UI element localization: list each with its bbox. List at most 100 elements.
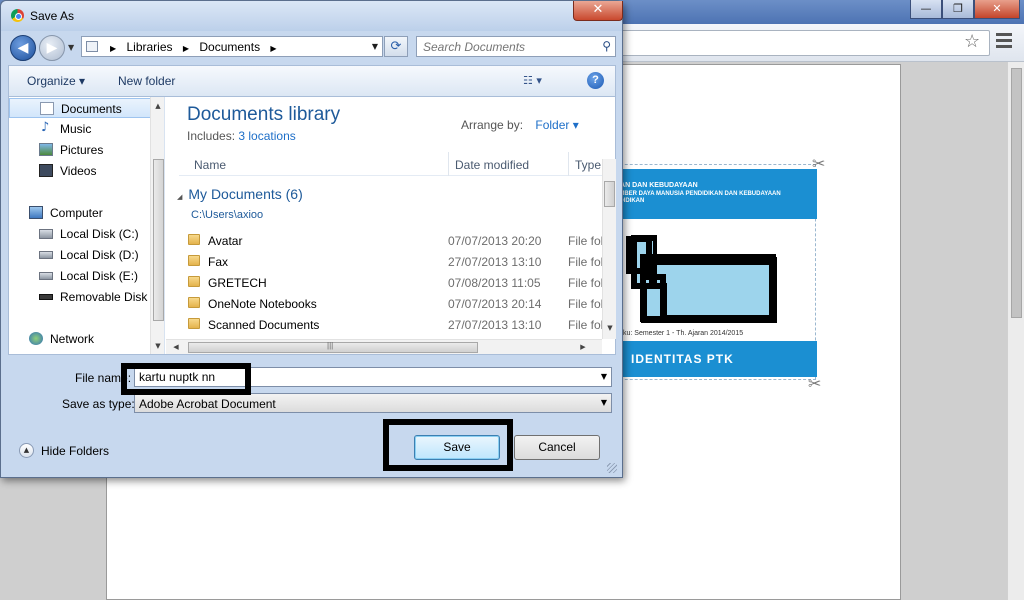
collapse-group-icon[interactable]: ◢ xyxy=(177,193,182,201)
column-header-date-modified[interactable]: Date modified xyxy=(455,158,529,172)
browser-scrollbar[interactable] xyxy=(1007,62,1024,600)
file-type: File fol xyxy=(568,255,604,269)
scroll-down-icon[interactable]: ▼ xyxy=(151,339,164,353)
computer-icon xyxy=(29,206,43,219)
file-name: Avatar xyxy=(208,234,243,248)
save-button[interactable]: Save xyxy=(414,435,500,460)
file-type: File fol xyxy=(568,234,604,248)
nav-item-documents[interactable]: Documents xyxy=(9,98,151,118)
new-folder-button[interactable]: New folder xyxy=(118,74,175,88)
nav-item-label: Videos xyxy=(60,164,97,178)
change-view-button[interactable]: ☷ ▾ xyxy=(523,74,542,87)
scroll-right-icon[interactable]: ▶ xyxy=(576,340,590,354)
card-header-band: KAN DAN KEBUDAYAAN UMBER DAYA MANUSIA PE… xyxy=(601,169,817,219)
file-row[interactable]: OneNote Notebooks 07/07/2013 20:14 File … xyxy=(186,293,604,314)
arrange-by-dropdown[interactable]: Folder ▾ xyxy=(535,118,578,132)
folder-icon xyxy=(86,41,98,52)
card-header-line1: KAN DAN KEBUDAYAAN xyxy=(615,182,698,189)
search-box[interactable]: ⚲ xyxy=(416,36,616,57)
nav-item-local-disk-e[interactable]: Local Disk (E:) xyxy=(9,266,151,286)
id-card-preview: KAN DAN KEBUDAYAAN UMBER DAYA MANUSIA PE… xyxy=(600,164,817,380)
forward-button[interactable]: ▶ xyxy=(39,35,65,61)
column-headers: Name Date modified Type xyxy=(179,152,604,176)
file-type: File fol xyxy=(568,276,604,290)
file-row[interactable]: GRETECH 07/08/2013 11:05 File fol xyxy=(186,272,604,293)
window-close-button[interactable]: ✕ xyxy=(974,0,1020,19)
breadcrumb: ▶ Libraries ▶ Documents ▶ xyxy=(103,40,284,54)
nav-item-videos[interactable]: Videos xyxy=(9,161,151,181)
file-type: File fol xyxy=(568,297,604,311)
save-as-type-value: Adobe Acrobat Document xyxy=(139,397,276,411)
includes-label: Includes: xyxy=(187,129,236,143)
refresh-button[interactable]: ⟳ xyxy=(384,36,408,57)
folder-icon xyxy=(188,234,200,245)
file-name-input[interactable] xyxy=(139,369,589,385)
file-list-horizontal-scrollbar[interactable]: ◀ ||| ▶ xyxy=(166,339,602,354)
recent-locations-dropdown[interactable]: ▼ xyxy=(68,43,74,52)
file-name: GRETECH xyxy=(208,276,267,290)
address-dropdown-icon[interactable]: ▼ xyxy=(372,42,378,51)
arrange-by: Arrange by: Folder ▾ xyxy=(461,118,579,132)
save-as-type-label: Save as type: xyxy=(62,397,135,411)
breadcrumb-separator[interactable]: ▶ xyxy=(183,44,189,53)
back-button[interactable]: ◀ xyxy=(10,35,36,61)
locations-link[interactable]: 3 locations xyxy=(238,129,295,143)
restore-button[interactable]: ❐ xyxy=(942,0,974,19)
address-breadcrumb[interactable]: ▶ Libraries ▶ Documents ▶ ▼ xyxy=(81,36,383,57)
organize-menu-button[interactable]: Organize ▾ xyxy=(27,74,85,88)
minimize-button[interactable]: — xyxy=(910,0,942,19)
bookmark-star-icon[interactable]: ☆ xyxy=(964,31,980,52)
column-header-name[interactable]: Name xyxy=(194,158,226,172)
card-field-box xyxy=(649,257,777,323)
scroll-up-icon[interactable]: ▲ xyxy=(151,99,164,113)
music-icon: ♪ xyxy=(41,120,50,135)
chrome-app-icon xyxy=(11,9,24,22)
group-header[interactable]: ◢ My Documents (6) xyxy=(177,186,303,202)
breadcrumb-separator[interactable]: ▶ xyxy=(110,44,116,53)
file-name-combobox[interactable]: ▼ xyxy=(134,367,612,387)
nav-item-network[interactable]: Network xyxy=(9,329,151,349)
scroll-left-icon[interactable]: ◀ xyxy=(169,340,183,354)
breadcrumb-separator[interactable]: ▶ xyxy=(270,44,276,53)
column-header-type[interactable]: Type xyxy=(575,158,601,172)
resize-grip[interactable] xyxy=(607,463,617,473)
scissors-icon: ✂ xyxy=(812,154,826,173)
search-icon[interactable]: ⚲ xyxy=(602,39,611,53)
nav-item-computer[interactable]: Computer xyxy=(9,203,151,223)
breadcrumb-documents[interactable]: Documents xyxy=(199,40,260,54)
save-as-type-dropdown-icon[interactable]: ▼ xyxy=(601,398,607,407)
nav-item-music[interactable]: ♪ Music xyxy=(9,119,151,139)
search-input[interactable] xyxy=(423,39,593,54)
save-as-type-select[interactable]: Adobe Acrobat Document ▼ xyxy=(134,393,612,413)
card-header-line2: UMBER DAYA MANUSIA PENDIDIKAN DAN KEBUDA… xyxy=(615,191,781,197)
scrollbar-thumb[interactable] xyxy=(604,181,615,207)
folder-icon xyxy=(188,318,200,329)
nav-item-label: Pictures xyxy=(60,143,104,157)
nav-item-local-disk-c[interactable]: Local Disk (C:) xyxy=(9,224,151,244)
address-bar[interactable] xyxy=(610,30,990,56)
dialog-close-button[interactable]: ✕ xyxy=(573,1,623,21)
file-name: OneNote Notebooks xyxy=(208,297,317,311)
nav-item-removable-disk[interactable]: Removable Disk ( xyxy=(9,287,155,307)
nav-item-label: Local Disk (E:) xyxy=(60,269,139,283)
nav-item-local-disk-d[interactable]: Local Disk (D:) xyxy=(9,245,151,265)
nav-item-label: Network xyxy=(50,332,95,346)
browser-menu-icon[interactable] xyxy=(996,33,1012,51)
window-controls: — ❐ ✕ xyxy=(910,0,1020,19)
scrollbar-thumb[interactable] xyxy=(153,159,164,321)
chevron-up-icon: ▲ xyxy=(19,443,34,458)
file-list-vertical-scrollbar[interactable]: ▼ xyxy=(602,159,616,339)
scroll-down-icon[interactable]: ▼ xyxy=(603,321,616,335)
cancel-button[interactable]: Cancel xyxy=(514,435,600,460)
scrollbar-thumb[interactable]: ||| xyxy=(188,341,478,353)
file-name-dropdown-icon[interactable]: ▼ xyxy=(601,372,607,381)
help-button[interactable]: ? xyxy=(587,72,604,89)
navpane-scrollbar[interactable]: ▲ ▼ xyxy=(150,97,164,354)
file-row[interactable]: Avatar 07/07/2013 20:20 File fol xyxy=(186,230,604,251)
dialog-title: Save As xyxy=(30,9,75,23)
file-row[interactable]: Scanned Documents 27/07/2013 13:10 File … xyxy=(186,314,603,335)
library-title: Documents library xyxy=(187,104,341,125)
file-row[interactable]: Fax 27/07/2013 13:10 File fol xyxy=(186,251,604,272)
breadcrumb-libraries[interactable]: Libraries xyxy=(127,40,173,54)
nav-item-pictures[interactable]: Pictures xyxy=(9,140,151,160)
